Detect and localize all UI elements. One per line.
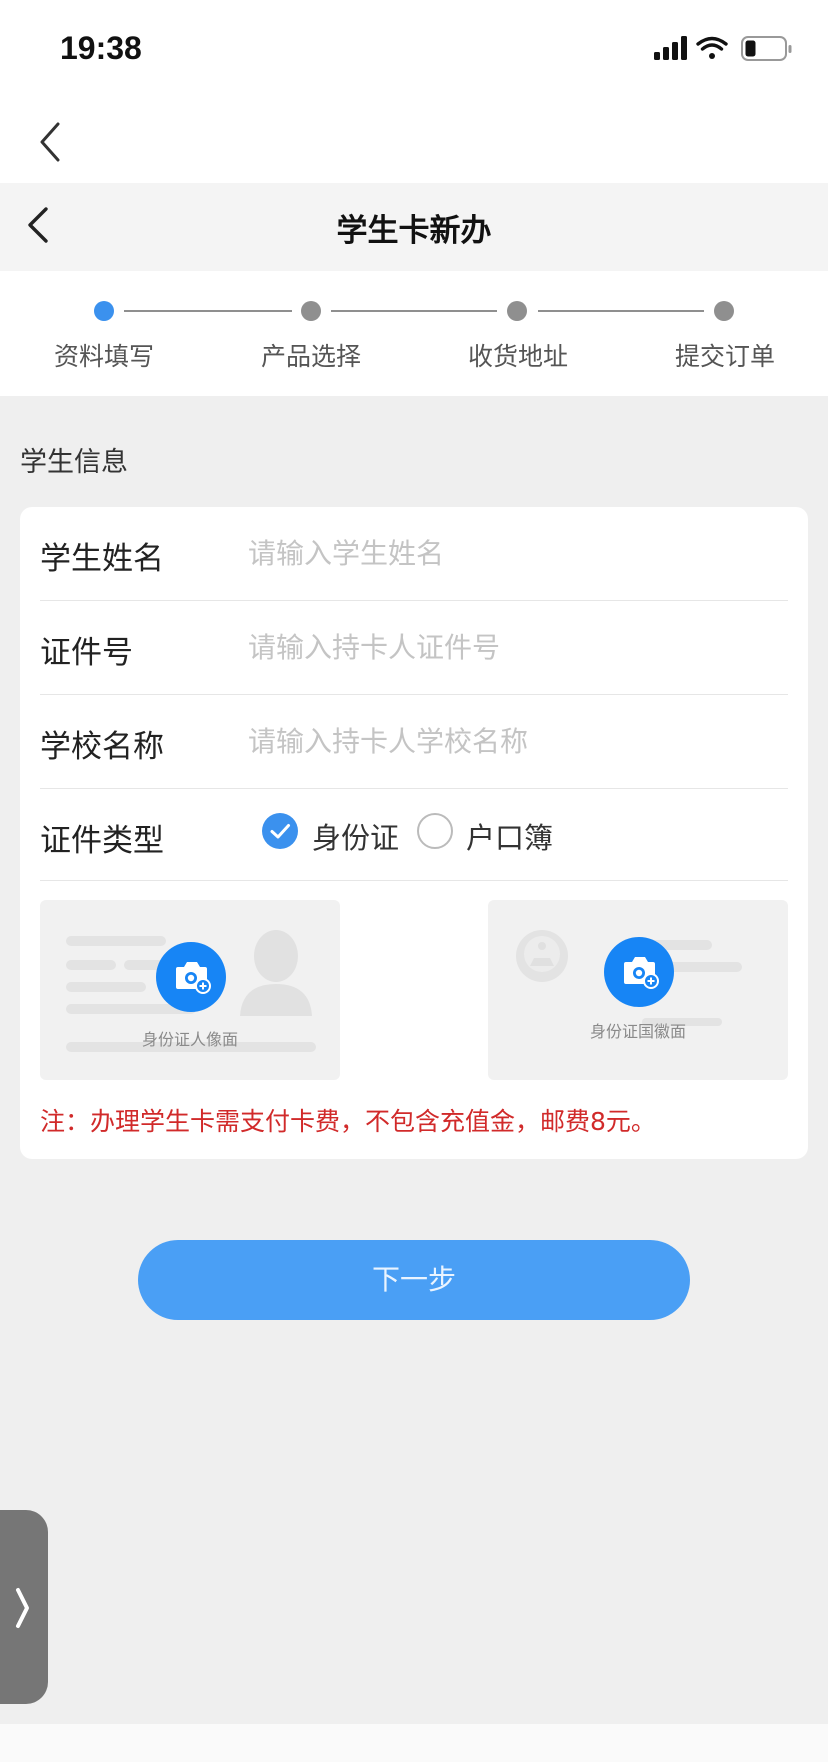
student-info-card: 学生姓名 证件号 学校名称 证件类型 身份证 户口簿 xyxy=(20,507,808,1159)
step-label-product: 产品选择 xyxy=(260,342,361,371)
upload-id-front[interactable]: 身份证人像面 xyxy=(40,900,340,1080)
page-title: 学生卡新办 xyxy=(336,213,492,249)
upload-id-back[interactable]: 身份证国徽面 xyxy=(488,900,788,1080)
next-step-button[interactable]: 下一步 xyxy=(138,1240,690,1320)
step-label-submit: 提交订单 xyxy=(674,342,775,371)
radio-id-card-label[interactable]: 身份证 xyxy=(312,815,399,857)
page-header: 学生卡新办 xyxy=(0,183,828,271)
id-type-row: 证件类型 身份证 户口簿 xyxy=(40,789,788,881)
placeholder-line xyxy=(66,982,146,992)
student-name-input[interactable] xyxy=(248,525,768,581)
camera-add-icon xyxy=(604,937,674,1007)
wifi-icon xyxy=(696,36,728,59)
status-icons xyxy=(654,34,794,64)
battery-icon xyxy=(741,36,792,61)
section-title: 学生信息 xyxy=(20,447,128,478)
fee-note: 注：办理学生卡需支付卡费，不包含充值金，邮费8元。 xyxy=(40,1107,656,1136)
step-dot-active xyxy=(94,301,114,321)
step-dot xyxy=(301,301,321,321)
step-indicator: 资料填写 产品选择 收货地址 提交订单 xyxy=(0,271,828,396)
id-number-row: 证件号 xyxy=(40,601,788,695)
nav-bar xyxy=(0,100,828,183)
status-time: 19:38 xyxy=(60,30,142,66)
step-connector xyxy=(331,310,497,312)
radio-household-register-label[interactable]: 户口簿 xyxy=(466,815,553,857)
check-icon xyxy=(270,824,290,839)
upload-front-label: 身份证人像面 xyxy=(141,1030,238,1049)
step-connector xyxy=(124,310,292,312)
placeholder-line xyxy=(66,960,116,970)
bottom-bar xyxy=(0,1724,828,1762)
name-label: 学生姓名 xyxy=(40,541,164,577)
upload-back-label: 身份证国徽面 xyxy=(589,1022,686,1041)
chevron-right-icon xyxy=(16,1588,29,1628)
national-emblem-icon xyxy=(516,930,568,982)
chevron-left-icon[interactable] xyxy=(36,120,64,164)
id-number-label: 证件号 xyxy=(40,635,133,671)
school-name-input[interactable] xyxy=(248,713,768,769)
camera-add-icon xyxy=(156,942,226,1012)
id-number-input[interactable] xyxy=(248,619,768,675)
status-bar: 19:38 xyxy=(0,0,828,100)
radio-id-card[interactable] xyxy=(262,813,298,849)
school-row: 学校名称 xyxy=(40,695,788,789)
radio-household-register[interactable] xyxy=(417,813,453,849)
placeholder-line xyxy=(66,936,166,946)
step-label-address: 收货地址 xyxy=(467,342,568,371)
cellular-signal-icon xyxy=(654,36,687,60)
step-dot xyxy=(714,301,734,321)
name-row: 学生姓名 xyxy=(40,507,788,601)
step-label-info: 资料填写 xyxy=(53,342,154,371)
step-dot xyxy=(507,301,527,321)
school-label: 学校名称 xyxy=(40,729,164,765)
step-connector xyxy=(538,310,704,312)
side-expand-tab[interactable] xyxy=(0,1510,48,1704)
id-type-label: 证件类型 xyxy=(40,823,164,859)
portrait-silhouette-icon xyxy=(240,930,312,1016)
